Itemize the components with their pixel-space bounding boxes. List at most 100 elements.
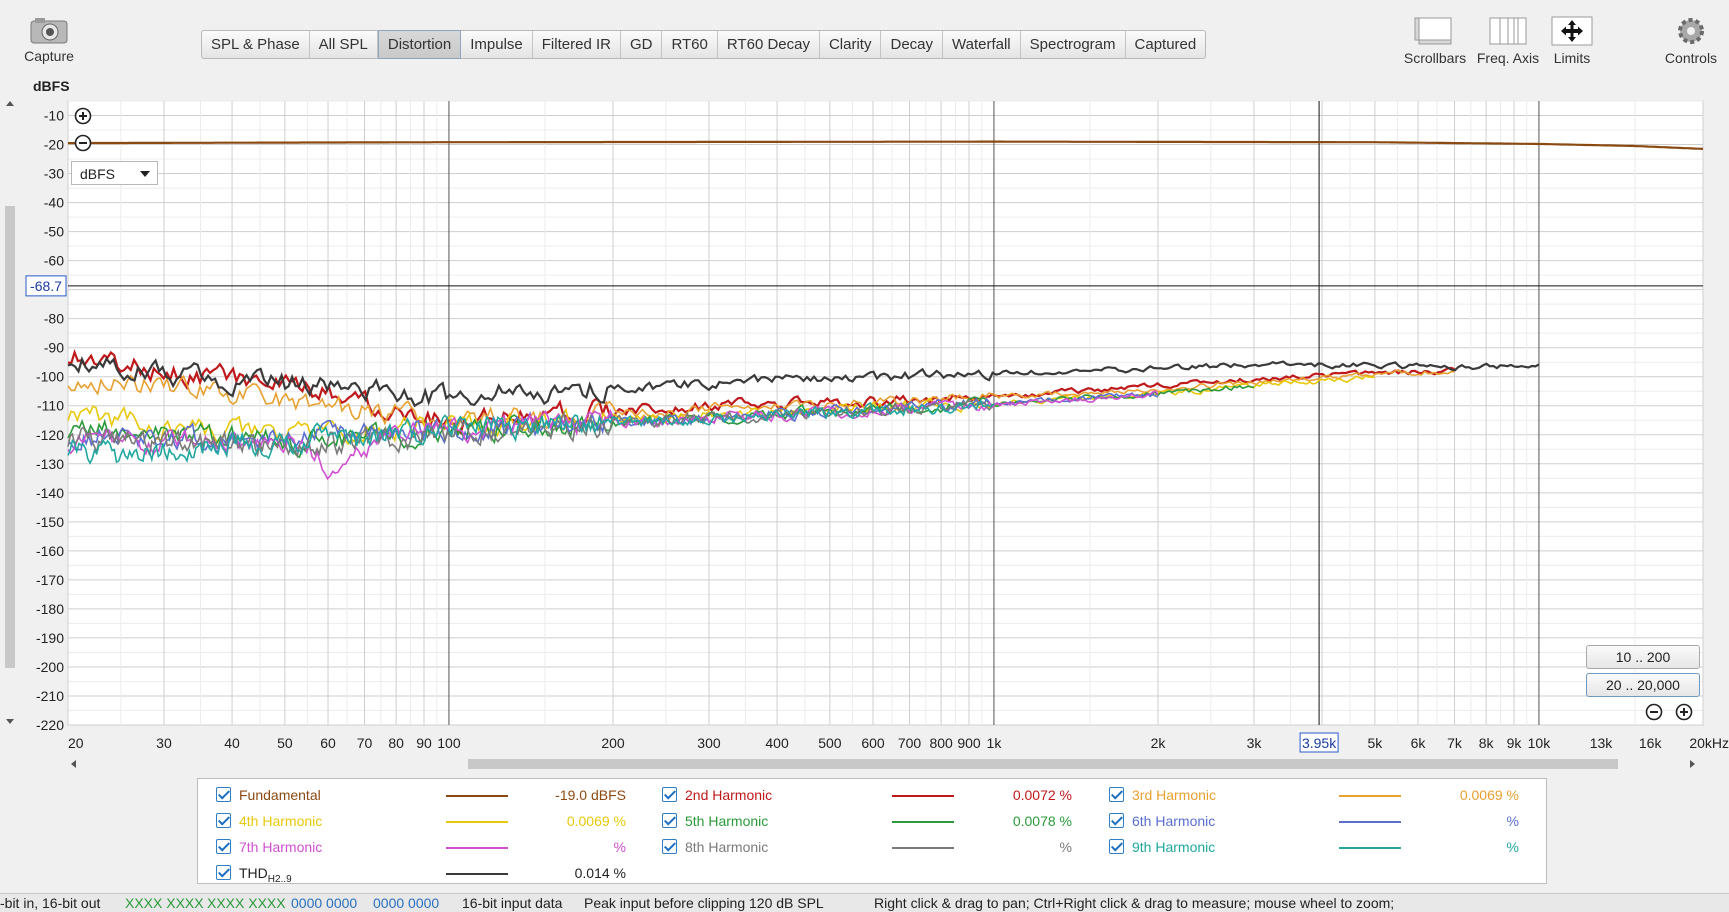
legend-name: 9th Harmonic [1132,839,1216,855]
y-tick-label: -100 [36,369,64,385]
zoom-preset-10-200[interactable]: 10 .. 200 [1586,645,1700,669]
scroll-left-icon [71,760,76,768]
legend-checkbox[interactable] [216,813,231,828]
x-tick-label: 3k [1247,735,1263,751]
y-tick-label: -190 [36,630,64,646]
y-tick-label: -80 [44,311,64,327]
thd-subscript: H2..9 [267,873,292,885]
x-tick-label: 60 [320,735,336,751]
legend-value: % [1506,839,1519,855]
legend-swatch [446,873,508,875]
y-tick-label: -140 [36,485,64,501]
x-tick-label: 40 [224,735,240,751]
status-hint: Right click & drag to pan; Ctrl+Right cl… [874,895,1395,911]
y-unit-select[interactable]: dBFS [71,161,158,185]
x-tick-label: 20 [68,735,84,751]
zoom-out-icon [1645,703,1663,721]
legend-checkbox[interactable] [662,787,677,802]
y-tick-label: -210 [36,688,64,704]
legend-name: 8th Harmonic [685,839,769,855]
legend-value: % [613,839,626,855]
cursor-x-label: 3.95k [1302,735,1337,751]
x-tick-label: 13k [1590,735,1614,751]
legend-swatch [1339,847,1401,849]
y-tick-label: -200 [36,659,64,675]
trace-legend: Fundamental -19.0 dBFS 2nd Harmonic 0.0072 … [197,778,1547,885]
x-tick-label: 9k [1507,735,1523,751]
legend-checkbox[interactable] [1109,839,1124,854]
status-meter-3: 0000 0000 [291,895,358,911]
x-tick-label: 200 [601,735,625,751]
x-tick-label: 700 [898,735,922,751]
legend-item-8th-harmonic: 8th Harmonic% [662,837,1082,857]
distortion-graph[interactable]: -10 -20 -30 -40 -50 -60 -80 -90 -100 -110 -120 -130… [0,0,1729,760]
legend-value: 0.0072 % [1012,787,1072,803]
chevron-down-icon [140,171,150,177]
zoom-out-y-button[interactable] [74,134,92,152]
legend-name: 7th Harmonic [239,839,323,855]
legend-name: THDH2..9 [239,863,292,890]
y-tick-label: -120 [36,427,64,443]
y-tick-label: -40 [44,195,64,211]
legend-item-7th-harmonic: 7th Harmonic% [216,837,636,857]
legend-swatch [892,795,954,797]
zoom-preset-label: 20 .. 20,000 [1606,677,1680,693]
horizontal-scrollbar[interactable] [68,757,1698,771]
zoom-preset-label: 10 .. 200 [1615,649,1671,665]
status-bar: -bit in, 16-bit out XXXX XXXX XXXX XXXX … [0,893,1729,912]
legend-checkbox[interactable] [216,787,231,802]
x-tick-label: 8k [1479,735,1495,751]
x-tick-label: 100 [437,735,461,751]
legend-swatch [892,847,954,849]
x-tick-label: 300 [697,735,721,751]
x-tick-label: 5k [1367,735,1383,751]
legend-swatch [1339,821,1401,823]
legend-checkbox[interactable] [662,839,677,854]
status-meter-4: 0000 0000 [373,895,440,911]
zoom-in-y-button[interactable] [74,107,92,125]
x-tick-label: 20kHz [1689,735,1729,751]
x-tick-label: 80 [388,735,404,751]
x-tick-label: 600 [861,735,885,751]
y-tick-label: -30 [44,166,64,182]
y-tick-label: -170 [36,572,64,588]
y-tick-label: -180 [36,601,64,617]
legend-value: 0.0069 % [566,813,626,829]
legend-swatch [446,821,508,823]
x-tick-label: 6k [1411,735,1427,751]
x-tick-label: 10k [1528,735,1552,751]
x-tick-label: 900 [957,735,981,751]
legend-checkbox[interactable] [662,813,677,828]
y-tick-label: -150 [36,514,64,530]
legend-item-5th-harmonic: 5th Harmonic 0.0078 % [662,811,1082,831]
zoom-in-x-button[interactable] [1675,703,1693,721]
y-tick-label: -130 [36,456,64,472]
status-meter-2: XXXX XXXX [207,895,286,911]
zoom-preset-20-20000[interactable]: 20 .. 20,000 [1586,673,1700,697]
x-tick-label: 16k [1639,735,1663,751]
legend-swatch [446,795,508,797]
plot-area[interactable] [67,100,1704,726]
x-tick-label: 70 [357,735,373,751]
x-tick-label: 50 [277,735,293,751]
y-unit-select-value: dBFS [80,166,116,182]
legend-value: 0.0069 % [1459,787,1519,803]
horizontal-scroll-thumb[interactable] [468,759,1618,769]
y-tick-label: -110 [37,398,64,414]
x-tick-label: 500 [818,735,842,751]
x-tick-label: 800 [929,735,953,751]
zoom-out-icon [74,134,92,152]
legend-checkbox[interactable] [1109,813,1124,828]
legend-item-2nd-harmonic: 2nd Harmonic 0.0072 % [662,785,1082,805]
zoom-out-x-button[interactable] [1645,703,1663,721]
zoom-in-icon [1675,703,1693,721]
x-tick-label: 30 [156,735,172,751]
legend-checkbox[interactable] [1109,787,1124,802]
legend-item-9th-harmonic: 9th Harmonic% [1109,837,1529,857]
y-tick-label: -10 [44,108,64,124]
y-tick-label: -160 [36,543,64,559]
y-tick-label: -60 [44,253,64,269]
legend-value: 0.0078 % [1012,813,1072,829]
legend-checkbox[interactable] [216,839,231,854]
legend-checkbox[interactable] [216,865,231,880]
